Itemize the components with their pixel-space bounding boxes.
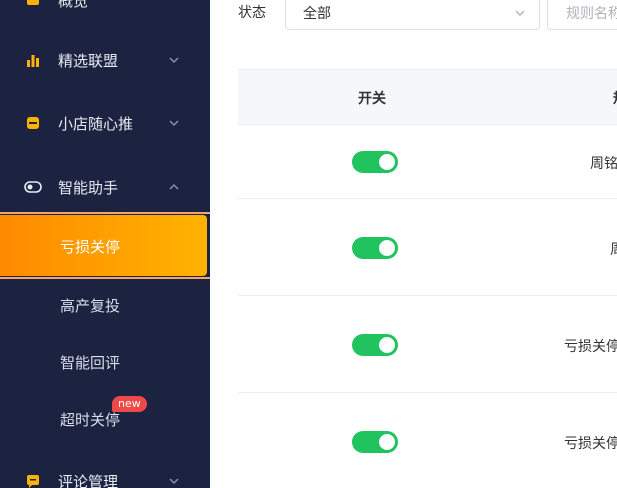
toggle-knob [379, 154, 395, 170]
sidebar-subitem-label: 超时关停 [60, 411, 121, 429]
sidebar-subitem-label: 智能回评 [60, 354, 121, 372]
rule-name: 周 [610, 239, 617, 259]
rule-name: 周铭 [590, 156, 617, 172]
column-header-name: 规 [613, 88, 617, 108]
sidebar-item-store-promo[interactable]: 小店随心推 [0, 103, 210, 143]
rule-name: 亏损关停 [564, 339, 617, 355]
main-content: 状态 全部 规则名称 开关 规 周铭 周 亏损关停 亏损关停 [210, 0, 617, 488]
status-select[interactable]: 全部 [285, 0, 540, 30]
toggle-knob [379, 337, 395, 353]
status-select-value: 全部 [303, 6, 331, 22]
sidebar-subitem-label: 高产复投 [60, 297, 121, 315]
comment-icon [24, 472, 42, 488]
chevron-down-icon [169, 57, 179, 64]
chevron-down-icon [515, 10, 525, 16]
sidebar-item-alliance[interactable]: 精选联盟 [0, 40, 210, 80]
toggle-knob [379, 240, 395, 256]
chevron-down-icon [169, 120, 179, 127]
sidebar-subitem-loss-stop[interactable]: 亏损关停 [0, 215, 207, 276]
rule-name-placeholder: 规则名称 [566, 6, 617, 22]
rule-name: 亏损关停 [564, 436, 617, 452]
table-row: 周 [238, 199, 617, 296]
toggle-knob [379, 434, 395, 450]
sidebar-item-overview[interactable]: 概览 [0, 0, 210, 20]
column-header-switch: 开关 [358, 91, 386, 107]
sidebar: 概览 精选联盟 小店随心推 智能助手 亏损关停 高产复投 智能回评 超时关停 n… [0, 0, 232, 488]
sidebar-item-comments[interactable]: 评论管理 [0, 461, 210, 488]
store-icon [24, 114, 42, 132]
toggle-icon [24, 178, 42, 196]
chevron-down-icon [169, 478, 179, 485]
enable-toggle[interactable] [352, 431, 398, 453]
sidebar-item-label: 概览 [58, 0, 89, 10]
table-header: 开关 规 [238, 69, 617, 125]
sidebar-item-label: 智能助手 [58, 178, 119, 197]
table-row: 亏损关停 [238, 296, 617, 393]
sidebar-subitem-smart-reply[interactable]: 智能回评 [0, 342, 210, 382]
table-row: 亏损关停 [238, 393, 617, 488]
table-row: 周铭 [238, 126, 617, 199]
sidebar-subitem-timeout-stop[interactable]: 超时关停 [0, 399, 210, 439]
enable-toggle[interactable] [352, 334, 398, 356]
home-icon [24, 0, 42, 9]
enable-toggle[interactable] [352, 237, 398, 259]
sidebar-item-label: 小店随心推 [58, 114, 134, 133]
rule-name-input[interactable]: 规则名称 [547, 0, 617, 30]
sidebar-subitem-label: 亏损关停 [60, 238, 121, 256]
enable-toggle[interactable] [352, 151, 398, 173]
sidebar-item-label: 精选联盟 [58, 51, 119, 70]
status-filter-label: 状态 [238, 5, 266, 21]
new-badge: new [112, 396, 147, 412]
sidebar-subitem-high-yield[interactable]: 高产复投 [0, 285, 210, 325]
sidebar-item-label: 评论管理 [58, 472, 119, 488]
bar-chart-icon [24, 51, 42, 69]
sidebar-item-smart-assistant[interactable]: 智能助手 [0, 167, 210, 207]
chevron-up-icon [169, 183, 179, 190]
